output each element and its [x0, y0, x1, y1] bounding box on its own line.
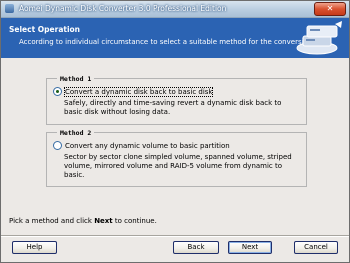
back-button[interactable]: Back — [173, 241, 219, 254]
help-button[interactable]: Help — [12, 241, 57, 254]
method-2-description: Sector by sector clone simpled volume, s… — [64, 153, 292, 179]
method-1-description: Safely, directly and time-saving revert … — [64, 99, 282, 116]
method-2-option[interactable]: Convert any dynamic volume to basic part… — [53, 141, 230, 150]
app-window: Aomei Dynamic Disk Converter 3.0 Profess… — [0, 0, 350, 263]
method-1-option[interactable]: Convert a dynamic disk back to basic dis… — [53, 86, 214, 97]
method-1-legend: Method 1 — [57, 74, 95, 84]
hint-bold: Next — [94, 217, 113, 225]
close-button[interactable]: ✕ — [314, 2, 346, 16]
method-2-legend: Method 2 — [57, 128, 95, 138]
cancel-button[interactable]: Cancel — [294, 241, 338, 254]
footer-hint: Pick a method and click Next to continue… — [9, 217, 157, 225]
method-2-group: Method 2 Convert any dynamic volume to b… — [46, 128, 307, 187]
hint-suffix: to continue. — [112, 217, 157, 225]
next-button[interactable]: Next — [228, 241, 272, 254]
window-title: Aomei Dynamic Disk Converter 3.0 Profess… — [19, 4, 227, 13]
page-subtitle: According to individual circumstance to … — [19, 38, 315, 46]
method-2-label[interactable]: Convert any dynamic volume to basic part… — [65, 142, 230, 150]
page-title: Select Operation — [9, 25, 81, 34]
title-bar[interactable]: Aomei Dynamic Disk Converter 3.0 Profess… — [1, 1, 349, 18]
hint-prefix: Pick a method and click — [9, 217, 95, 225]
method-1-group: Method 1 Convert a dynamic disk back to … — [46, 74, 307, 125]
method-2-radio[interactable] — [53, 141, 62, 150]
wizard-header: Select Operation According to individual… — [1, 18, 349, 58]
method-1-label[interactable]: Convert a dynamic disk back to basic dis… — [63, 86, 214, 97]
disk-logo-icon — [296, 21, 342, 55]
method-1-radio[interactable] — [53, 87, 62, 96]
footer-divider — [1, 235, 349, 237]
app-icon — [5, 4, 14, 13]
